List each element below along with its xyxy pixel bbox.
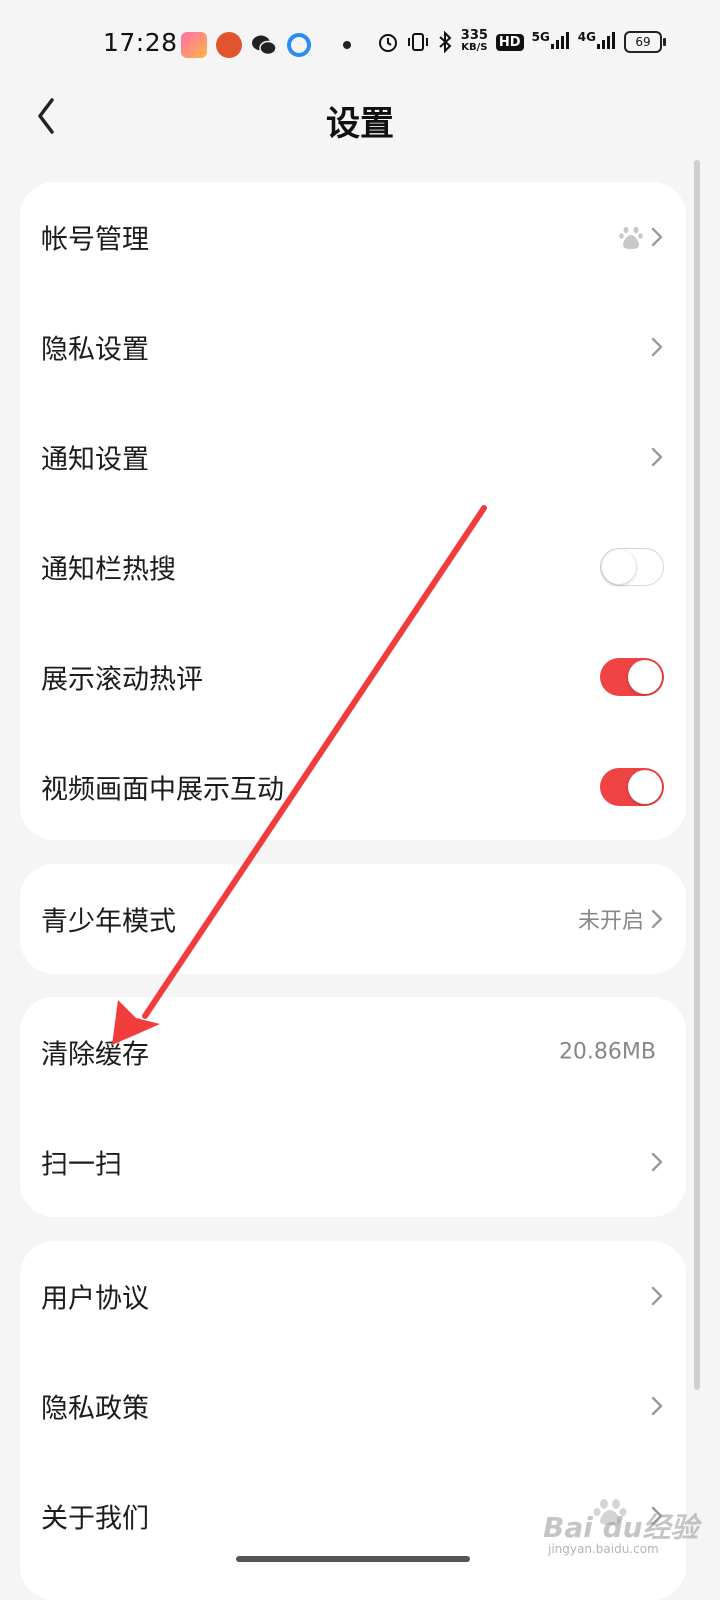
app-notification-icon (216, 32, 242, 58)
chevron-right-icon (651, 227, 663, 247)
row-user-agreement[interactable]: 用户协议 (20, 1241, 686, 1351)
row-label: 展示滚动热评 (41, 664, 203, 696)
hot-comments-toggle[interactable] (600, 658, 664, 696)
network-speed-value: 335 (460, 28, 488, 43)
row-label: 通知设置 (41, 444, 149, 476)
settings-card-general: 帐号管理 隐私设置 通知设置 通知栏热搜 展示滚动热评 视频画面中展示互动 (20, 182, 686, 840)
chevron-right-icon (651, 1152, 663, 1172)
bluetooth-icon (439, 31, 452, 53)
chevron-right-icon (651, 909, 663, 929)
signal-5g-label: 5G (531, 30, 550, 44)
watermark-url: jingyan.baidu.com (548, 1542, 659, 1556)
row-label: 帐号管理 (41, 224, 149, 256)
chevron-right-icon (651, 337, 663, 357)
row-account-management[interactable]: 帐号管理 (20, 182, 686, 292)
chevron-right-icon (651, 447, 663, 467)
toggle-knob (602, 550, 636, 584)
watermark-text: Bai du经验 (543, 1511, 699, 1544)
row-label: 视频画面中展示互动 (41, 774, 284, 806)
system-icons: 335 KB/S HD 5G 4G 69 (377, 28, 666, 54)
row-label: 扫一扫 (41, 1149, 122, 1181)
row-notification-settings[interactable]: 通知设置 (20, 402, 686, 512)
row-scrolling-hot-comments: 展示滚动热评 (20, 622, 686, 732)
baidu-paw-icon (619, 226, 643, 249)
vibrate-icon (407, 33, 428, 51)
settings-card-tools: 清除缓存 20.86MB 扫一扫 (20, 997, 686, 1217)
status-bar: 17:28 335 KB/S HD 5G 4G 69 (0, 0, 720, 90)
cache-size: 20.86MB (558, 1039, 656, 1065)
app-notification-icon (181, 32, 207, 58)
row-clear-cache[interactable]: 清除缓存 20.86MB (20, 997, 686, 1107)
row-privacy-settings[interactable]: 隐私设置 (20, 292, 686, 402)
more-notifications-dot (343, 41, 351, 49)
chevron-right-icon (651, 1286, 663, 1306)
signal-4g-icon: 4G (578, 30, 616, 54)
row-label: 关于我们 (41, 1503, 149, 1535)
row-notification-bar-hot-search: 通知栏热搜 (20, 512, 686, 622)
scrollbar[interactable] (694, 160, 700, 1390)
page-title: 设置 (326, 104, 394, 144)
notification-icons (181, 32, 351, 58)
status-time: 17:28 (103, 28, 178, 57)
row-label: 隐私设置 (41, 334, 149, 366)
wechat-icon (252, 35, 277, 56)
network-speed-unit: KB/S (461, 42, 488, 53)
alarm-icon (378, 34, 397, 52)
signal-4g-label: 4G (577, 30, 596, 44)
toggle-knob (628, 660, 662, 694)
battery-icon: 69 (624, 31, 666, 53)
row-label: 用户协议 (41, 1283, 149, 1315)
settings-card-youth: 青少年模式 未开启 (20, 864, 686, 974)
youth-mode-status: 未开启 (577, 909, 644, 934)
hot-search-toggle[interactable] (600, 548, 664, 586)
chevron-right-icon (651, 1396, 663, 1416)
row-label: 青少年模式 (41, 906, 176, 938)
row-label: 通知栏热搜 (41, 554, 176, 586)
row-privacy-policy[interactable]: 隐私政策 (20, 1351, 686, 1461)
browser-icon (287, 33, 311, 57)
row-label: 隐私政策 (41, 1393, 149, 1425)
video-interaction-toggle[interactable] (600, 768, 664, 806)
row-label: 清除缓存 (41, 1039, 149, 1071)
toggle-knob (628, 770, 662, 804)
row-scan[interactable]: 扫一扫 (20, 1107, 686, 1217)
home-indicator[interactable] (236, 1556, 470, 1562)
signal-5g-icon: 5G (532, 30, 570, 54)
row-video-interaction: 视频画面中展示互动 (20, 732, 686, 842)
network-speed: 335 KB/S (460, 28, 488, 54)
row-youth-mode[interactable]: 青少年模式 未开启 (20, 864, 686, 974)
hd-badge: HD (495, 33, 524, 51)
